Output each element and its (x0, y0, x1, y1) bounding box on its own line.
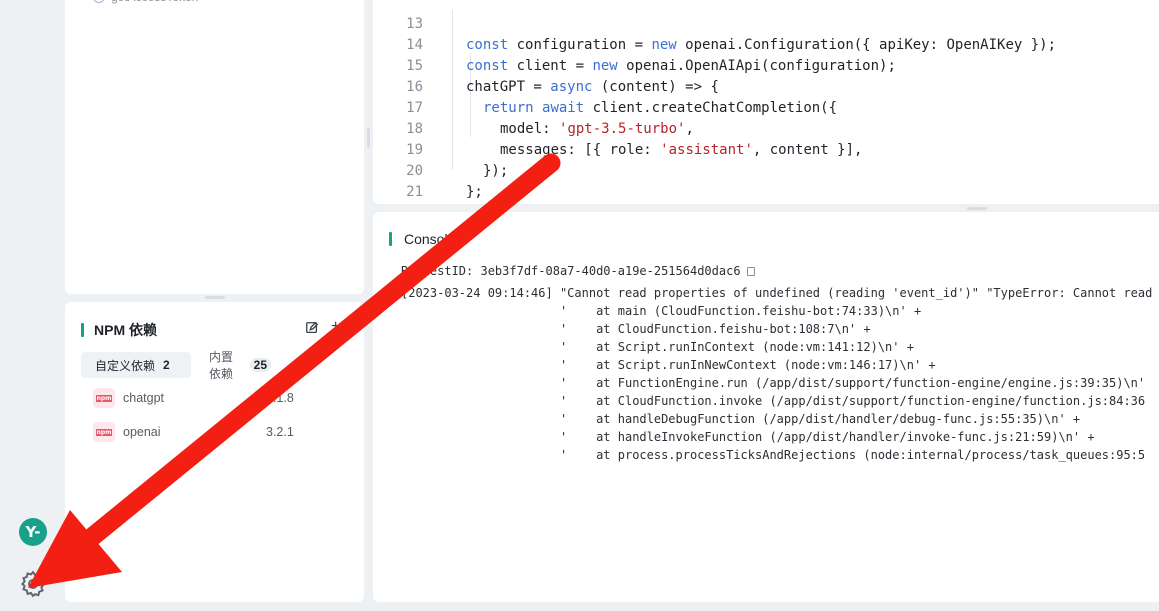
package-row[interactable]: npm openai 3.2.1 (93, 421, 343, 443)
code-line: 22 (373, 182, 1159, 203)
tab-count: 25 (249, 358, 271, 372)
line-source: } (450, 203, 458, 204)
package-name: openai (123, 425, 161, 439)
console-title-text: Console (404, 231, 456, 247)
avatar-text: Y- (25, 523, 41, 541)
console-log-line: ' at CloudFunction.feishu-bot:108:7\n' + (401, 322, 871, 336)
title-accent-bar (81, 323, 84, 337)
tab-label: 内置依赖 (209, 350, 234, 381)
console-log-line: ' at handleInvokeFunction (/app/dist/han… (401, 430, 1095, 444)
function-name: getAccessToken (111, 0, 198, 4)
gear-icon[interactable] (18, 569, 48, 599)
code-line: 20 }; (373, 140, 1159, 200)
function-list-item[interactable]: getAccessToken (93, 0, 198, 4)
console-log-line: ' at main (CloudFunction.feishu-bot:74:3… (401, 304, 922, 318)
npm-icon: npm (93, 422, 115, 442)
npm-icon-text: npm (95, 428, 113, 436)
npm-panel-title: NPM 依赖 (81, 320, 157, 340)
npm-title-text: NPM 依赖 (94, 322, 157, 338)
title-accent-bar (389, 232, 392, 246)
code-line: 18 messages: [{ role: 'assistant', conte… (373, 98, 1159, 158)
code-editor[interactable]: 13 const configuration = new openai.Conf… (373, 0, 1159, 204)
request-id-text: RequestID: 3eb3f7df-08a7-40d0-a19e-25156… (401, 264, 741, 278)
console-title: Console (389, 231, 455, 247)
npm-panel: NPM 依赖 + 自定义依赖 2 内置依赖 25 npm chatgpt 5.1… (65, 302, 364, 602)
console-log-line: [2023-03-24 09:14:46] "Cannot read prope… (401, 286, 1159, 300)
function-list-panel: getAccessToken (65, 0, 364, 294)
tab-label: 自定义依赖 (95, 358, 156, 373)
code-line: 17 model: 'gpt-3.5-turbo', (373, 77, 1159, 137)
code-line: 16 return await client.createChatComplet… (373, 56, 1159, 116)
package-version: 5.1.8 (266, 391, 294, 405)
console-log-line: ' at Script.runInNewContext (node:vm:146… (401, 358, 936, 372)
package-row[interactable]: npm chatgpt 5.1.8 (93, 387, 343, 409)
console-log-line: ' at FunctionEngine.run (/app/dist/suppo… (401, 376, 1146, 390)
add-dependency-icon[interactable]: + (331, 318, 340, 336)
tab-builtin-deps[interactable]: 内置依赖 25 (195, 350, 285, 381)
code-line: 15 chatGPT = async (content) => { (373, 35, 1159, 95)
npm-icon: npm (93, 388, 115, 408)
code-line: 13 const configuration = new openai.Conf… (373, 0, 1159, 53)
code-line: 14 const client = new openai.OpenAIApi(c… (373, 14, 1159, 74)
request-id: RequestID: 3eb3f7df-08a7-40d0-a19e-25156… (401, 262, 755, 280)
console-panel: Console RequestID: 3eb3f7df-08a7-40d0-a1… (373, 212, 1159, 602)
tab-count: 2 (163, 358, 170, 372)
tab-custom-deps[interactable]: 自定义依赖 2 (81, 352, 191, 378)
user-avatar[interactable]: Y- (19, 518, 47, 546)
editor-resize-handle[interactable] (967, 207, 987, 210)
npm-icon-text: npm (95, 394, 113, 402)
console-log-line: ' at process.processTicksAndRejections (… (401, 448, 1146, 462)
line-number: 22 (373, 203, 423, 204)
function-icon (93, 0, 105, 3)
panel-resize-handle[interactable] (205, 296, 225, 299)
code-line: 19 }); (373, 119, 1159, 179)
edit-icon[interactable] (305, 321, 319, 335)
console-log-line: ' at CloudFunction.invoke (/app/dist/sup… (401, 394, 1146, 408)
code-line: 21 } (373, 161, 1159, 200)
left-rail: Y- (0, 0, 65, 611)
console-log-line: ' at handleDebugFunction (/app/dist/hand… (401, 412, 1081, 426)
copy-icon[interactable] (746, 267, 755, 276)
package-version: 3.2.1 (266, 425, 294, 439)
vertical-resize-handle[interactable] (367, 128, 370, 148)
console-log-line: ' at Script.runInContext (node:vm:141:12… (401, 340, 914, 354)
package-name: chatgpt (123, 391, 165, 405)
